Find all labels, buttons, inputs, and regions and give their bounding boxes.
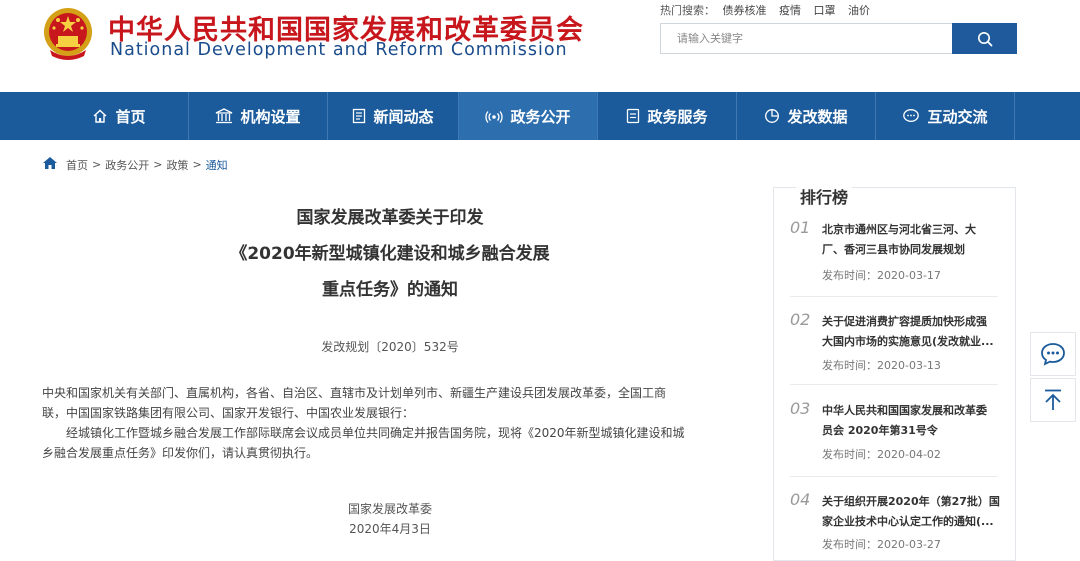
breadcrumb-separator: > (192, 158, 202, 171)
ranking-date: 发布时间：2020-03-27 (822, 536, 941, 552)
ranking-text[interactable]: 关于促进消费扩容提质加快形成强 大国内市场的实施意见(发改就业... (822, 312, 1002, 352)
search-button[interactable] (952, 23, 1017, 54)
breadcrumb-separator: > (92, 158, 102, 171)
nav-item-label: 互动交流 (927, 107, 988, 126)
chat-bubble-icon (1041, 343, 1065, 366)
ranking-text[interactable]: 北京市通州区与河北省三河、大 厂、香河三县市协同发展规划 (822, 220, 1002, 260)
ranking-title: 排行榜 (796, 184, 853, 208)
ranking-divider (790, 296, 998, 297)
pie-chart-icon (764, 108, 780, 124)
ranking-number: 04 (790, 490, 811, 509)
arrow-up-icon (1045, 389, 1061, 410)
recipients-line: 联，中国国家铁路集团有限公司、国家开发银行、中国农业发展银行： (42, 406, 415, 420)
date-prefix: 发布时间： (822, 448, 877, 461)
ranking-text-line: 中华人民共和国国家发展和改革委 (822, 404, 987, 417)
recipients-line: 中央和国家机关有关部门、直属机构，各省、自治区、直辖市及计划单列市、新疆生产建设… (42, 386, 667, 400)
home-icon[interactable] (42, 156, 58, 173)
ranking-text-line: 员会 2020年第31号令 (822, 424, 938, 437)
broadcast-icon (485, 108, 504, 124)
date-value: 2020-03-13 (877, 359, 941, 372)
nav-item-data[interactable]: 发改数据 (737, 92, 876, 140)
building-icon (215, 108, 233, 124)
nav-item-label: 政务服务 (647, 107, 708, 126)
ranking-number: 03 (790, 399, 811, 418)
home-icon (92, 108, 108, 124)
nav-item-label: 首页 (115, 107, 146, 126)
ranking-text-line: 厂、香河三县市协同发展规划 (822, 243, 965, 256)
breadcrumb-current[interactable]: 通知 (206, 157, 228, 173)
breadcrumb-item[interactable]: 首页 (66, 157, 88, 173)
hot-search-item[interactable]: 口罩 (814, 4, 836, 17)
hot-search-label: 热门搜索： (660, 4, 715, 17)
document-number: 发改规划〔2020〕532号 (321, 340, 459, 354)
hot-search-item[interactable]: 疫情 (779, 4, 801, 17)
ranking-text-line: 家企业技术中心认定工作的通知(... (822, 515, 994, 528)
breadcrumb-separator: > (153, 158, 163, 171)
breadcrumb-item[interactable]: 政策 (166, 157, 188, 173)
date-prefix: 发布时间： (822, 538, 877, 551)
ranking-number: 02 (790, 310, 811, 329)
ranking-text-line: 大国内市场的实施意见(发改就业... (822, 335, 994, 348)
nav-item-interaction[interactable]: 互动交流 (876, 92, 1015, 140)
nav-item-government-affairs[interactable]: 政务公开 (459, 92, 598, 140)
ranking-number: 01 (790, 218, 811, 237)
search-input[interactable]: 请输入关键字 (660, 23, 952, 54)
nav-item-government-services[interactable]: 政务服务 (598, 92, 737, 140)
nav-item-label: 发改数据 (787, 107, 848, 126)
sign-date: 2020年4月3日 (349, 522, 431, 536)
main-nav: 首页 机构设置 新闻动态 政务公开 政务服务 发改数据 互动交流 (0, 92, 1080, 140)
date-prefix: 发布时间： (822, 269, 877, 282)
news-icon (352, 108, 366, 124)
nav-item-label: 机构设置 (240, 107, 301, 126)
ranking-text-line: 北京市通州区与河北省三河、大 (822, 223, 976, 236)
date-value: 2020-03-27 (877, 538, 941, 551)
hot-search-item[interactable]: 油价 (848, 4, 870, 17)
national-emblem-icon[interactable] (42, 6, 94, 62)
ranking-text[interactable]: 关于组织开展2020年（第27批）国 家企业技术中心认定工作的通知(... (822, 492, 1002, 532)
ranking-divider (790, 384, 998, 385)
back-to-top-button[interactable] (1030, 378, 1076, 422)
ranking-date: 发布时间：2020-04-02 (822, 446, 941, 462)
article-title-line: 重点任务》的通知 (322, 280, 458, 300)
article-title-line: 国家发展改革委关于印发 (296, 208, 484, 228)
article-title: 国家发展改革委关于印发 《2020年新型城镇化建设和城乡融合发展 重点任务》的通… (130, 200, 650, 308)
signer: 国家发展改革委 (347, 502, 432, 516)
site-header: 中华人民共和国国家发展和改革委员会 National Development a… (0, 0, 1080, 92)
body-line: 经城镇化工作暨城乡融合发展工作部际联席会议成员单位共同确定并报告国务院，现将《2… (66, 426, 685, 440)
hot-search-item[interactable]: 债券核准 (723, 4, 767, 17)
nav-item-home[interactable]: 首页 (50, 92, 189, 140)
article-title-line: 《2020年新型城镇化建设和城乡融合发展 (230, 244, 550, 264)
ranking-text-line: 关于促进消费扩容提质加快形成强 (822, 315, 987, 328)
date-prefix: 发布时间： (822, 359, 877, 372)
search-icon (977, 31, 992, 46)
date-value: 2020-03-17 (877, 269, 941, 282)
ranking-text-line: 关于组织开展2020年（第27批）国 (822, 495, 1000, 508)
chat-icon (902, 108, 920, 124)
body-line: 乡融合发展重点任务》印发你们，请认真贯彻执行。 (42, 446, 319, 460)
ranking-divider (790, 476, 998, 477)
nav-item-news[interactable]: 新闻动态 (328, 92, 459, 140)
nav-item-organization[interactable]: 机构设置 (189, 92, 328, 140)
ranking-date: 发布时间：2020-03-13 (822, 357, 941, 373)
ranking-panel: 排行榜 01 北京市通州区与河北省三河、大 厂、香河三县市协同发展规划 发布时间… (773, 184, 1016, 561)
breadcrumb-item[interactable]: 政务公开 (105, 157, 149, 173)
document-icon (626, 108, 640, 124)
chat-button[interactable] (1030, 332, 1076, 376)
hot-search: 热门搜索： 债券核准 疫情 口罩 油价 (660, 2, 879, 18)
ranking-date: 发布时间：2020-03-17 (822, 267, 941, 283)
date-value: 2020-04-02 (877, 448, 941, 461)
site-title-en[interactable]: National Development and Reform Commissi… (110, 40, 568, 60)
nav-item-label: 新闻动态 (373, 107, 434, 126)
ranking-text[interactable]: 中华人民共和国国家发展和改革委 员会 2020年第31号令 (822, 401, 1002, 441)
nav-item-label: 政务公开 (510, 107, 571, 126)
breadcrumb: 首页 > 政务公开 > 政策 > 通知 (42, 156, 228, 173)
